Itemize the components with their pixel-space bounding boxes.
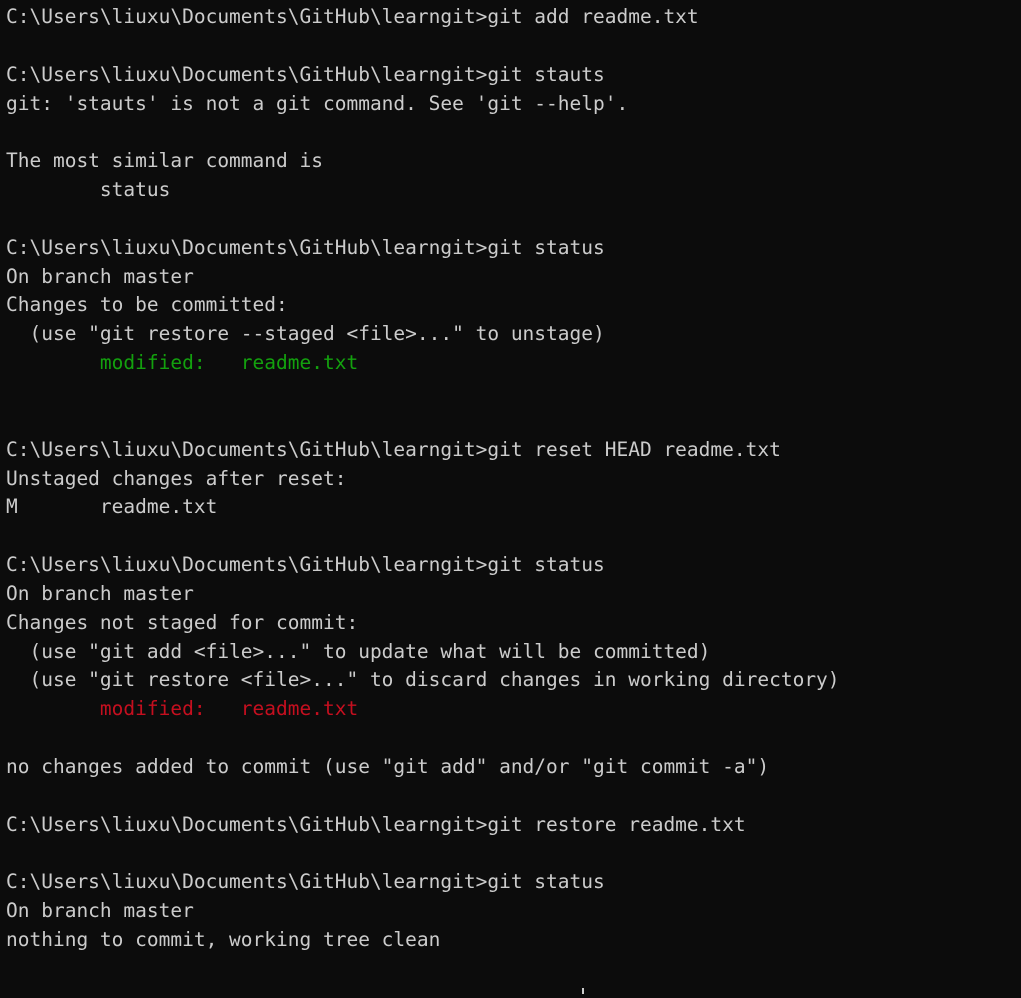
terminal-line: modified: readme.txt [6,349,1021,378]
terminal-text-segment: On branch master [6,899,194,923]
terminal-output-buffer[interactable]: C:\Users\liuxu\Documents\GitHub\learngit… [6,3,1021,984]
terminal-text-segment: C:\Users\liuxu\Documents\GitHub\learngit… [6,870,605,894]
terminal-text-segment: Unstaged changes after reset: [6,466,347,490]
terminal-text-segment: Changes to be committed: [6,293,288,317]
terminal-text-segment: C:\Users\liuxu\Documents\GitHub\learngit… [6,437,781,461]
terminal-line: (use "git restore <file>..." to discard … [6,666,1021,695]
terminal-line: M readme.txt [6,493,1021,522]
terminal-line: On branch master [6,897,1021,926]
terminal-text-segment: (use "git restore --staged <file>..." to… [6,322,605,346]
terminal-line: Changes not staged for commit: [6,609,1021,638]
terminal-text-segment: Changes not staged for commit: [6,610,359,634]
terminal-text-segment: C:\Users\liuxu\Documents\GitHub\learngit… [6,235,605,259]
terminal-text-segment: (use "git add <file>..." to update what … [6,639,711,663]
terminal-line: no changes added to commit (use "git add… [6,753,1021,782]
terminal-text-segment: The most similar command is [6,149,323,173]
terminal-line: (use "git add <file>..." to update what … [6,638,1021,667]
terminal-line: On branch master [6,580,1021,609]
terminal-text-segment: C:\Users\liuxu\Documents\GitHub\learngit… [6,62,605,86]
terminal-line: C:\Users\liuxu\Documents\GitHub\learngit… [6,234,1021,263]
terminal-line: modified: readme.txt [6,695,1021,724]
terminal-line: C:\Users\liuxu\Documents\GitHub\learngit… [6,61,1021,90]
terminal-line: status [6,176,1021,205]
terminal-line: Unstaged changes after reset: [6,465,1021,494]
terminal-text-segment: C:\Users\liuxu\Documents\GitHub\learngit… [6,553,605,577]
terminal-line: C:\Users\liuxu\Documents\GitHub\learngit… [6,811,1021,840]
terminal-text-segment: C:\Users\liuxu\Documents\GitHub\learngit… [6,812,746,836]
terminal-line: C:\Users\liuxu\Documents\GitHub\learngit… [6,3,1021,32]
terminal-text-segment: nothing to commit, working tree clean [6,928,441,951]
terminal-text-segment: On branch master [6,264,194,288]
terminal-text-segment: M readme.txt [6,495,218,519]
terminal-line: nothing to commit, working tree clean [6,926,1021,955]
terminal-line: (use "git restore --staged <file>..." to… [6,320,1021,349]
terminal-text-segment: git: 'stauts' is not a git command. See … [6,91,629,115]
terminal-line: git: 'stauts' is not a git command. See … [6,90,1021,119]
terminal-text-segment: status [6,178,171,202]
terminal-line: Changes to be committed: [6,291,1021,320]
terminal-window[interactable]: C:\Users\liuxu\Documents\GitHub\learngit… [0,0,1021,998]
terminal-text-segment: modified: readme.txt [6,697,359,721]
terminal-line: The most similar command is [6,147,1021,176]
terminal-text-segment: (use "git restore <file>..." to discard … [6,668,840,692]
terminal-text-segment: C:\Users\liuxu\Documents\GitHub\learngit… [6,5,699,28]
text-caret [582,988,584,994]
terminal-line: C:\Users\liuxu\Documents\GitHub\learngit… [6,551,1021,580]
terminal-line: C:\Users\liuxu\Documents\GitHub\learngit… [6,436,1021,465]
terminal-text-segment: On branch master [6,581,194,605]
terminal-text-segment: no changes added to commit (use "git add… [6,754,770,778]
terminal-text-segment: modified: readme.txt [6,351,359,375]
terminal-line: On branch master [6,263,1021,292]
terminal-line: C:\Users\liuxu\Documents\GitHub\learngit… [6,868,1021,897]
